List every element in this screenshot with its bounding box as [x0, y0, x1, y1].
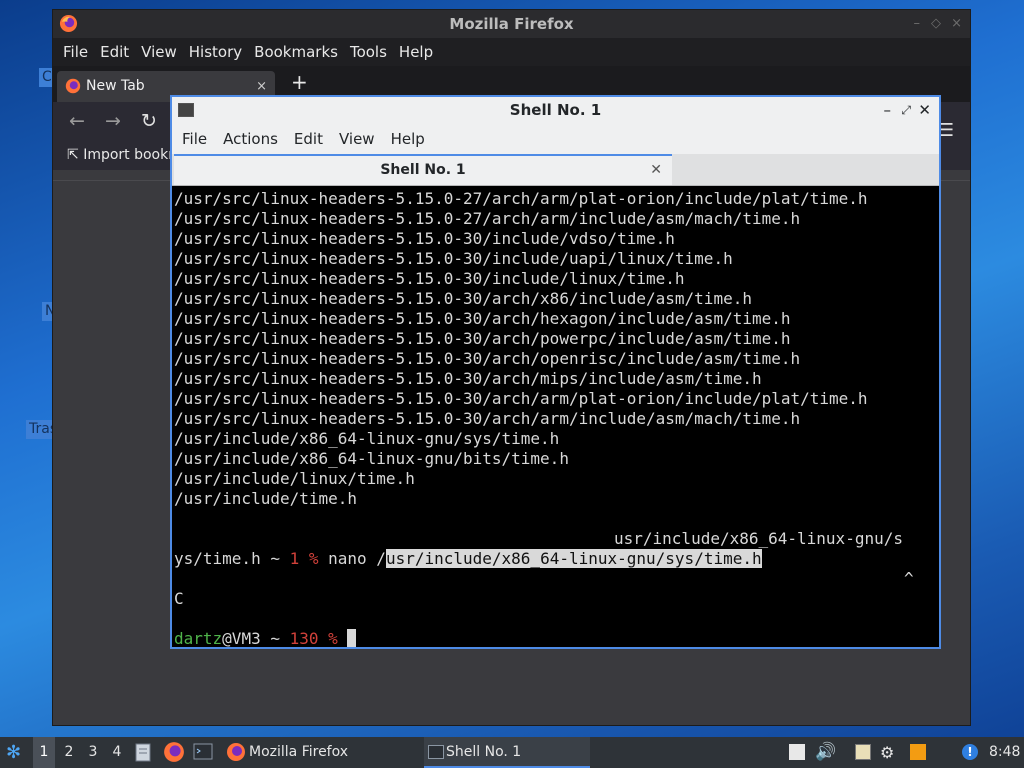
- firefox-favicon-icon: [65, 78, 81, 94]
- shell-task-label: Shell No. 1: [446, 744, 522, 760]
- terminal-tab-title: Shell No. 1: [380, 162, 466, 178]
- prompt-line-2: dartz@VM3 ~ 130 %: [174, 629, 939, 647]
- file-manager-launcher-icon[interactable]: [134, 737, 152, 768]
- term-menu-view[interactable]: View: [331, 130, 383, 148]
- taskbar-task-shell[interactable]: Shell No. 1: [424, 737, 590, 768]
- file-manager-icon: [135, 743, 151, 762]
- terminal-cursor: [347, 629, 357, 647]
- maximize-button[interactable]: ◇: [931, 10, 941, 38]
- workspace-2[interactable]: 2: [58, 737, 80, 768]
- output-line: /usr/src/linux-headers-5.15.0-30/arch/ar…: [174, 409, 801, 428]
- term-menu-edit[interactable]: Edit: [286, 130, 331, 148]
- terminal-minimize-button[interactable]: –: [884, 97, 892, 124]
- firefox-window-title: Mozilla Firefox: [449, 15, 574, 33]
- terminal-tabbar: Shell No. 1 ✕: [172, 154, 939, 186]
- terminal-taskbar-icon: [193, 743, 213, 760]
- prompt1-command: nano /: [318, 549, 386, 568]
- menu-file[interactable]: File: [57, 43, 94, 61]
- menu-tools[interactable]: Tools: [344, 43, 393, 61]
- terminal-window-title: Shell No. 1: [509, 101, 602, 119]
- import-icon: ⇱: [67, 147, 79, 163]
- terminal-menubar: File Actions Edit View Help: [172, 124, 939, 154]
- terminal-tab-close-icon[interactable]: ✕: [650, 156, 662, 184]
- workspace-3[interactable]: 3: [82, 737, 104, 768]
- desktop-icon-label-trash[interactable]: Tras: [26, 420, 52, 439]
- output-line: /usr/src/linux-headers-5.15.0-30/arch/po…: [174, 329, 791, 348]
- taskbar: ✻ 1 2 3 4 Mozilla Firefox Shell No. 1 🔊 …: [0, 737, 1024, 768]
- selected-path[interactable]: usr/include/x86_64-linux-gnu/sys/time.h: [385, 549, 762, 568]
- menu-edit[interactable]: Edit: [94, 43, 135, 61]
- notification-alert-icon[interactable]: !: [962, 744, 978, 760]
- prompt2-user: dartz: [174, 629, 223, 647]
- tab-title: New Tab: [86, 78, 145, 94]
- output-line: /usr/include/x86_64-linux-gnu/sys/time.h: [174, 429, 560, 448]
- output-line: /usr/src/linux-headers-5.15.0-27/arch/ar…: [174, 209, 801, 228]
- package-update-icon[interactable]: [910, 744, 926, 760]
- caret-line: ^: [904, 569, 914, 588]
- wrapped-prompt-line: usr/include/x86_64-linux-gnu/s: [614, 529, 903, 548]
- notes-tray-icon[interactable]: [789, 744, 805, 760]
- terminal-maximize-button[interactable]: ⤢: [901, 97, 911, 124]
- output-line: /usr/include/linux/time.h: [174, 469, 415, 488]
- back-icon[interactable]: ←: [69, 110, 85, 132]
- volume-icon[interactable]: 🔊: [815, 737, 836, 768]
- output-blank-line: [174, 609, 939, 629]
- output-line: /usr/src/linux-headers-5.15.0-27/arch/ar…: [174, 189, 868, 208]
- interrupt-line: C: [174, 589, 184, 608]
- output-line: /usr/src/linux-headers-5.15.0-30/arch/mi…: [174, 369, 762, 388]
- menu-history[interactable]: History: [183, 43, 248, 61]
- workspace-1[interactable]: 1: [33, 737, 55, 768]
- output-line: /usr/include/time.h: [174, 489, 358, 508]
- terminal-app-icon: [178, 103, 194, 117]
- output-line: /usr/src/linux-headers-5.15.0-30/arch/ar…: [174, 389, 868, 408]
- terminal-close-button[interactable]: ✕: [918, 97, 931, 124]
- prompt2-status: 130 %: [289, 629, 338, 647]
- terminal-titlebar[interactable]: Shell No. 1 – ⤢ ✕: [172, 97, 939, 124]
- menu-bookmarks[interactable]: Bookmarks: [248, 43, 344, 61]
- firefox-titlebar[interactable]: Mozilla Firefox – ◇ ×: [53, 10, 970, 38]
- term-menu-actions[interactable]: Actions: [215, 130, 286, 148]
- output-line: /usr/src/linux-headers-5.15.0-30/include…: [174, 249, 733, 268]
- terminal-output[interactable]: /usr/src/linux-headers-5.15.0-27/arch/ar…: [174, 189, 939, 647]
- close-button[interactable]: ×: [951, 10, 962, 38]
- output-line: /usr/include/x86_64-linux-gnu/bits/time.…: [174, 449, 569, 468]
- clock[interactable]: 8:48: [989, 737, 1020, 768]
- taskbar-task-firefox[interactable]: Mozilla Firefox: [224, 737, 420, 768]
- reload-icon[interactable]: ↻: [141, 110, 157, 132]
- new-tab-button[interactable]: +: [291, 70, 308, 94]
- menu-help[interactable]: Help: [393, 43, 439, 61]
- minimize-button[interactable]: –: [914, 10, 921, 38]
- output-line: /usr/src/linux-headers-5.15.0-30/include…: [174, 229, 675, 248]
- prompt1-status: 1 %: [289, 549, 319, 568]
- firefox-launcher-icon[interactable]: [163, 737, 185, 768]
- firefox-logo-icon: [59, 14, 78, 33]
- firefox-taskbar-icon: [164, 742, 184, 762]
- clipboard-tray-icon[interactable]: [855, 744, 871, 760]
- import-bookmarks-link[interactable]: ⇱ Import bookr: [67, 147, 174, 163]
- prompt2-host: @VM3 ~: [222, 629, 290, 647]
- output-blank-line: [174, 509, 939, 529]
- output-line: /usr/src/linux-headers-5.15.0-30/arch/x8…: [174, 289, 752, 308]
- output-line: /usr/src/linux-headers-5.15.0-30/arch/op…: [174, 349, 801, 368]
- start-menu-icon[interactable]: ✻: [6, 737, 21, 768]
- prompt2-space: [338, 629, 348, 647]
- term-menu-help[interactable]: Help: [383, 130, 433, 148]
- firefox-task-label: Mozilla Firefox: [249, 744, 349, 760]
- firefox-menubar: File Edit View History Bookmarks Tools H…: [53, 38, 970, 66]
- output-line: /usr/src/linux-headers-5.15.0-30/include…: [174, 269, 685, 288]
- prompt1-prefix: ys/time.h ~: [174, 549, 290, 568]
- prompt-line-1: ys/time.h ~ 1 % nano /usr/include/x86_64…: [174, 549, 939, 569]
- workspace-4[interactable]: 4: [106, 737, 128, 768]
- firefox-task-icon: [227, 743, 245, 761]
- shell-task-icon: [428, 745, 444, 759]
- import-bookmarks-label: Import bookr: [83, 147, 174, 163]
- terminal-tab-shell-1[interactable]: Shell No. 1 ✕: [174, 154, 672, 185]
- term-menu-file[interactable]: File: [174, 130, 215, 148]
- forward-icon[interactable]: →: [105, 110, 121, 132]
- terminal-window: Shell No. 1 – ⤢ ✕ File Actions Edit View…: [170, 95, 941, 649]
- network-tools-icon[interactable]: ⚙: [880, 737, 894, 768]
- menu-view[interactable]: View: [135, 43, 183, 61]
- terminal-launcher-icon[interactable]: [193, 737, 213, 768]
- output-line: /usr/src/linux-headers-5.15.0-30/arch/he…: [174, 309, 791, 328]
